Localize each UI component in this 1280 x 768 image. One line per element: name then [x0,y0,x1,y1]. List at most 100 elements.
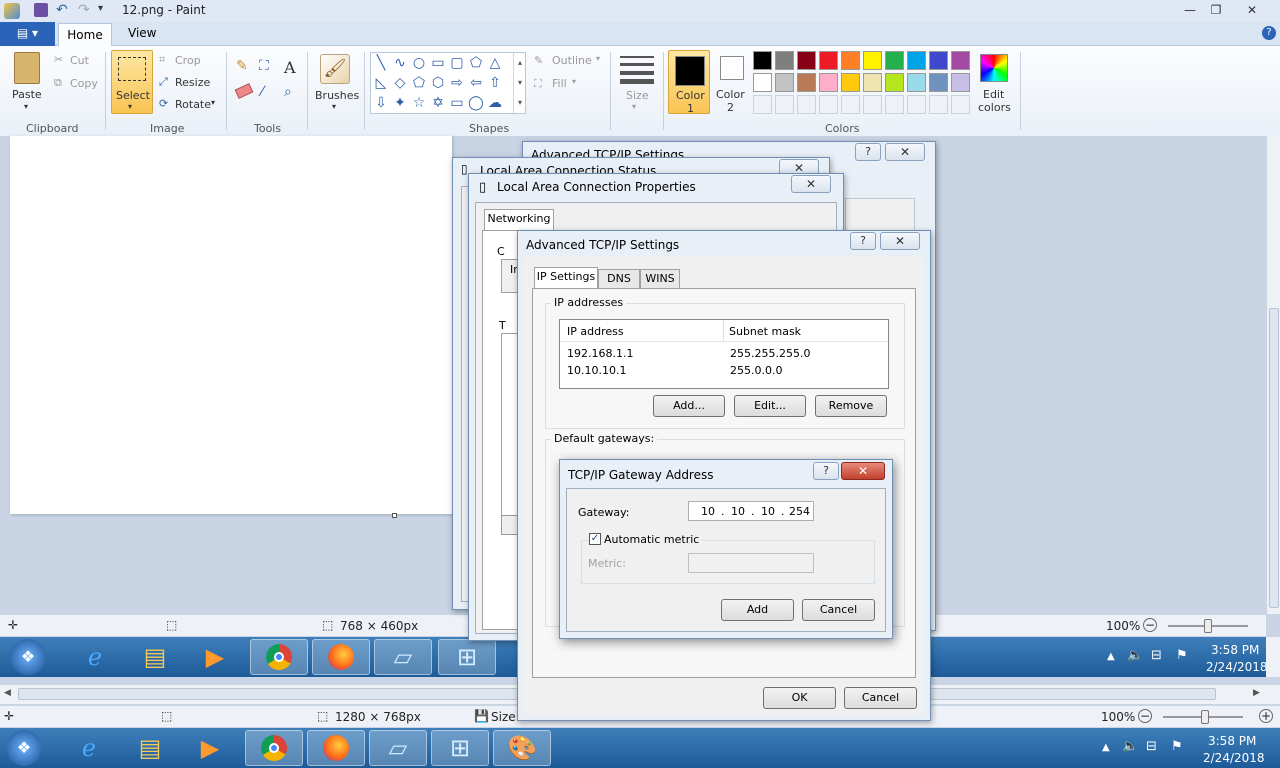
save-icon[interactable] [34,3,48,17]
gateway-ip-input[interactable]: 10 . 10 . 10 . 254 [688,501,814,521]
close-button[interactable]: ✕ [841,462,885,480]
zoom-in-icon[interactable]: + [1259,709,1273,723]
palette-swatch[interactable] [775,51,794,70]
outline-dropdown-icon[interactable]: ▾ [596,54,600,63]
tab-ip-settings[interactable]: IP Settings [534,267,598,289]
close-button[interactable]: ✕ [1240,2,1264,18]
tab-networking[interactable]: Networking [484,209,554,231]
paste-button[interactable]: Paste [12,88,42,101]
color2-swatch[interactable] [720,56,744,80]
remove-ip-button[interactable]: Remove [815,395,887,417]
tab-home[interactable]: Home [58,23,112,46]
right-arrow-shape-icon[interactable]: ⇨ [449,75,465,91]
inner-volume-icon[interactable]: 🔈 [1127,648,1143,663]
outline-button[interactable]: Outline [552,54,592,67]
paste-icon[interactable] [14,52,40,84]
rotate-button[interactable]: Rotate [175,98,211,111]
gateway-octet-2[interactable]: 10 [731,505,745,518]
color-picker-icon[interactable]: ⁄ [261,84,263,100]
inner-clock-time[interactable]: 3:58 PM [1211,643,1259,657]
zoom-out-icon[interactable]: − [1143,618,1157,632]
custom-color-slot[interactable] [775,95,794,114]
palette-swatch[interactable] [951,51,970,70]
edit-ip-button[interactable]: Edit... [734,395,806,417]
maximize-button[interactable]: ❐ [1204,2,1228,18]
palette-swatch[interactable] [929,73,948,92]
inner-tray-chevron-icon[interactable]: ▲ [1107,651,1115,662]
palette-swatch[interactable] [907,73,926,92]
list-item[interactable]: 10.10.10.1 255.0.0.0 [560,363,888,380]
column-header-mask[interactable]: Subnet mask [724,320,888,342]
undo-icon[interactable]: ↶ [56,2,68,18]
ie-icon[interactable]: ℯ [60,730,118,766]
list-item[interactable]: 192.168.1.1 255.255.255.0 [560,346,888,363]
custom-color-slot[interactable] [753,95,772,114]
zoom-slider[interactable] [1163,710,1243,724]
rotate-dropdown-icon[interactable]: ▾ [211,98,215,107]
tray-chevron-icon[interactable]: ▲ [1102,742,1110,753]
help-button[interactable]: ? [855,143,881,161]
custom-color-slot[interactable] [951,95,970,114]
media-player-icon[interactable]: ▶ [186,639,244,675]
palette-swatch[interactable] [797,51,816,70]
help-icon[interactable]: ? [1262,26,1276,40]
ie-icon[interactable]: ℯ [66,639,124,675]
tab-wins[interactable]: WINS [640,269,680,289]
quick-access-menu-icon[interactable]: ▾ [98,3,103,14]
scroll-left-icon[interactable]: ◀ [4,688,11,698]
custom-color-slot[interactable] [907,95,926,114]
automatic-metric-label[interactable]: Automatic metric [601,533,703,546]
diamond-shape-icon[interactable]: ◇ [392,75,408,91]
add-gateway-button[interactable]: Add [721,599,794,621]
explorer-icon[interactable]: ▤ [126,639,184,675]
edit-colors-icon[interactable] [980,54,1008,82]
callout-rect-icon[interactable]: ▭ [449,95,465,111]
column-header-ip[interactable]: IP address [560,320,724,342]
fill-button[interactable]: Fill [552,77,567,90]
inner-zoom-slider[interactable] [1168,619,1248,633]
scroll-right-icon[interactable]: ▶ [1253,688,1260,698]
palette-swatch[interactable] [775,73,794,92]
fill-dropdown-icon[interactable]: ▾ [572,77,576,86]
brushes-dropdown-icon[interactable]: ▾ [332,102,336,111]
chrome-icon[interactable] [245,730,303,766]
inner-start-button[interactable]: ❖ [10,639,46,675]
hexagon-shape-icon[interactable]: ⬡ [430,75,446,91]
inner-network-tray-icon[interactable]: ⊟ [1151,648,1162,663]
custom-color-slot[interactable] [929,95,948,114]
color2-label[interactable]: Color [716,88,745,101]
crop-button[interactable]: Crop [175,54,201,67]
inner-scrollbar[interactable] [1266,136,1280,614]
custom-color-slot[interactable] [797,95,816,114]
palette-swatch[interactable] [841,51,860,70]
paste-dropdown-icon[interactable]: ▾ [24,102,28,111]
brushes-icon[interactable]: 🖌 [320,54,350,84]
inner-flag-icon[interactable]: ⚑ [1176,648,1188,663]
polygon-shape-icon[interactable]: ⬠ [468,55,484,71]
ok-button[interactable]: OK [763,687,836,709]
network-tray-icon[interactable]: ⊟ [1146,739,1157,754]
triangle-shape-icon[interactable]: △ [487,55,503,71]
curve-shape-icon[interactable]: ∿ [392,55,408,71]
palette-swatch[interactable] [797,73,816,92]
tab-view[interactable]: View [128,26,156,40]
resize-button[interactable]: Resize [175,76,210,89]
palette-swatch[interactable] [951,73,970,92]
select-button[interactable]: Select ▾ [111,50,153,114]
explorer-icon[interactable]: ▤ [121,730,179,766]
six-point-star-icon[interactable]: ✡ [430,95,446,111]
network-icon[interactable]: ⊞ [438,639,496,675]
palette-swatch[interactable] [753,51,772,70]
cancel-gateway-button[interactable]: Cancel [802,599,875,621]
five-point-star-icon[interactable]: ☆ [411,95,427,111]
paint-taskbar-icon[interactable]: 🎨 [493,730,551,766]
edit-colors-label[interactable]: Edit [983,88,1004,101]
canvas-resize-handle[interactable] [392,513,397,518]
text-tool-icon[interactable]: A [284,58,296,77]
firefox-icon[interactable] [307,730,365,766]
down-arrow-shape-icon[interactable]: ⇩ [373,95,389,111]
volume-icon[interactable]: 🔈 [1122,739,1138,754]
media-player-icon[interactable]: ▶ [181,730,239,766]
copy-button[interactable]: Copy [70,77,98,90]
shapes-scroll[interactable]: ▴ ▾ ▾ [513,53,526,113]
